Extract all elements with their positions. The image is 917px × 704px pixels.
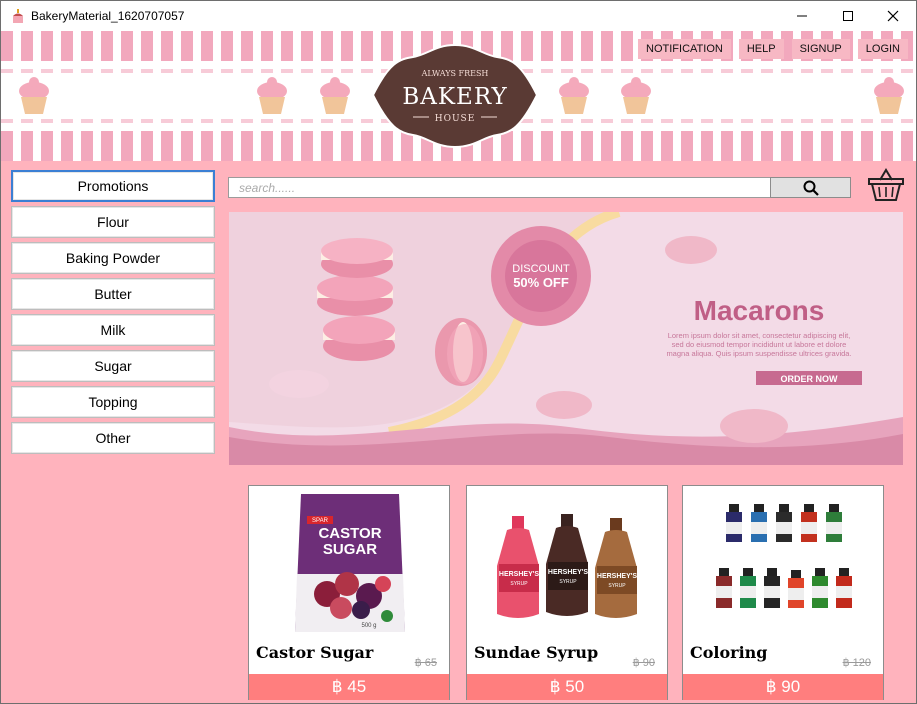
category-baking-powder[interactable]: Baking Powder [11,242,215,274]
product-image: HERSHEY'S SYRUP HERSHEY'S SYRUP HERSHEY'… [467,486,667,636]
category-flour[interactable]: Flour [11,206,215,238]
help-button[interactable]: HELP [738,39,784,59]
minimize-button[interactable] [779,1,825,31]
package-brand: SPAR [312,518,329,524]
product-name: Coloring [690,643,768,662]
logo-title: BAKERY [402,84,507,110]
product-card[interactable]: Coloring ฿ 120 ฿ 90 [682,485,884,700]
app-window: BakeryMaterial_1620707057 NOTIFICATION H… [0,0,917,704]
discount-value: 50% OFF [513,275,569,290]
product-price[interactable]: ฿ 45 [249,674,449,700]
bakery-logo: ALWAYS FRESH BAKERY HOUSE [371,43,539,149]
cupcake-icon [559,77,589,114]
cupcake-icon [19,77,49,114]
bottle-sublabel: SYRUP [559,579,577,585]
product-old-price: ฿ 120 [842,657,871,669]
category-butter[interactable]: Butter [11,278,215,310]
banner-headline: Macarons [694,295,825,326]
product-price[interactable]: ฿ 90 [683,674,883,700]
product-old-price: ฿ 90 [632,657,655,669]
discount-label: DISCOUNT [512,263,570,275]
basket-icon[interactable] [867,168,905,202]
bottle-label: HERSHEY'S [499,571,540,578]
maximize-button[interactable] [825,1,871,31]
package-weight: 500 g [361,623,376,629]
cupcake-icon [874,77,904,114]
category-topping[interactable]: Topping [11,386,215,418]
order-now-label: ORDER NOW [781,374,839,384]
cupcake-icon [257,77,287,114]
banner-body-line: magna aliqua. Quis ipsum suspendisse ult… [666,349,851,358]
banner-body-line: Lorem ipsum dolor sit amet, consectetur … [668,331,851,340]
product-price[interactable]: ฿ 50 [467,674,667,700]
product-card[interactable]: HERSHEY'S SYRUP HERSHEY'S SYRUP HERSHEY'… [466,485,668,700]
header-banner: NOTIFICATION HELP SIGNUP LOGIN ALWAYS FR… [1,31,916,161]
cupcake-icon [621,77,651,114]
logo-tagline: ALWAYS FRESH [421,69,489,78]
banner-body-line: sed do eiusmod tempor incididunt ut labo… [672,340,847,349]
bottle-label: HERSHEY'S [548,569,589,576]
category-promotions[interactable]: Promotions [11,170,215,202]
promo-banner[interactable]: DISCOUNT 50% OFF Macarons Lorem ipsum do… [229,212,903,465]
close-button[interactable] [870,1,916,31]
login-button[interactable]: LOGIN [857,39,908,59]
macarons-illustration: DISCOUNT 50% OFF Macarons Lorem ipsum do… [229,212,903,465]
package-title: CASTOR [318,525,381,542]
product-name: Sundae Syrup [474,643,599,662]
notification-button[interactable]: NOTIFICATION [638,39,731,59]
window-title: BakeryMaterial_1620707057 [31,9,185,23]
search-icon [803,180,819,196]
bottle-sublabel: SYRUP [608,583,626,589]
product-image: SPAR CASTOR SUGAR 500 g [249,486,449,636]
product-old-price: ฿ 65 [414,657,437,669]
bottle-sublabel: SYRUP [510,581,528,587]
category-sugar[interactable]: Sugar [11,350,215,382]
search-button[interactable] [770,177,851,198]
minimize-icon [797,15,807,17]
logo-subtitle: HOUSE [435,114,476,124]
title-bar: BakeryMaterial_1620707057 [1,1,916,31]
category-sidebar: Promotions Flour Baking Powder Butter Mi… [11,170,216,458]
signup-button[interactable]: SIGNUP [791,39,850,59]
product-image [683,486,883,636]
product-name: Castor Sugar [256,643,374,662]
bottle-label: HERSHEY'S [597,573,638,580]
cake-app-icon [13,9,23,23]
search-input[interactable]: search...... [228,177,771,198]
category-milk[interactable]: Milk [11,314,215,346]
top-nav: NOTIFICATION HELP SIGNUP LOGIN [638,39,908,59]
category-other[interactable]: Other [11,422,215,454]
close-icon [887,10,899,22]
cupcake-icon [320,77,350,114]
product-card[interactable]: SPAR CASTOR SUGAR 500 g Castor Sugar ฿ 6… [248,485,450,700]
maximize-icon [843,11,853,21]
package-title: SUGAR [323,541,377,558]
